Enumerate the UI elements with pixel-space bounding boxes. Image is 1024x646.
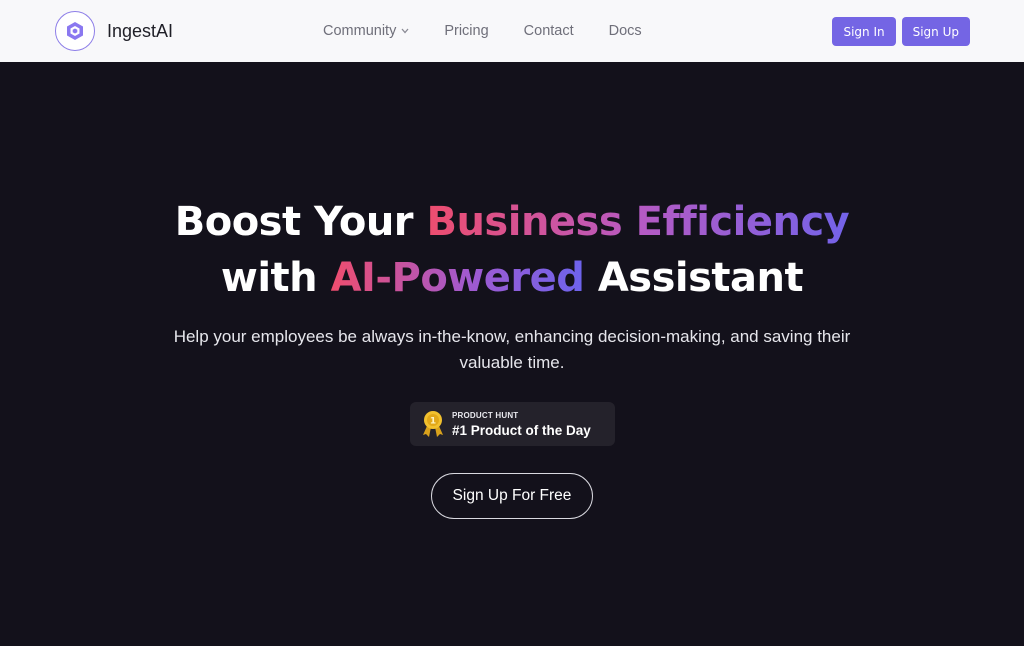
hexagon-logo-icon (55, 11, 95, 51)
sign-up-free-button[interactable]: Sign Up For Free (431, 473, 593, 519)
nav-item-community[interactable]: Community (323, 23, 409, 39)
nav-item-label: Docs (608, 23, 642, 39)
medal-icon: 1 (422, 410, 444, 438)
nav-item-label: Community (323, 23, 397, 39)
nav-item-pricing[interactable]: Pricing (444, 23, 488, 39)
headline-plain-text: Assistant (597, 255, 804, 301)
headline-highlight-text: AI-Powered (330, 255, 585, 301)
brand[interactable]: IngestAI (55, 11, 173, 51)
badge-kicker: PRODUCT HUNT (452, 410, 519, 420)
headline-line-1: Boost Your Business Efficiency (0, 194, 1024, 250)
badge-text: PRODUCT HUNT #1 Product of the Day (452, 411, 591, 438)
product-hunt-badge[interactable]: 1 PRODUCT HUNT #1 Product of the Day (410, 402, 615, 446)
headline-plain-text: with (220, 255, 318, 301)
headline-highlight-text: Business Efficiency (426, 199, 850, 245)
nav-item-label: Pricing (444, 23, 489, 39)
top-navbar: IngestAI Community Pricing Contact Docs … (0, 0, 1024, 62)
badge-title: #1 Product of the Day (452, 422, 591, 438)
nav-item-docs[interactable]: Docs (609, 23, 642, 39)
hero-subtext: Help your employees be always in-the-kno… (173, 327, 851, 372)
auth-buttons: Sign In Sign Up (826, 17, 970, 46)
svg-text:1: 1 (430, 417, 436, 427)
hero-headline: Boost Your Business Efficiency with AI-P… (0, 194, 1024, 306)
brand-name: IngestAI (107, 20, 174, 41)
hero-section: Boost Your Business Efficiency with AI-P… (0, 62, 1024, 646)
chevron-down-icon (401, 26, 409, 36)
nav-item-label: Contact (523, 23, 574, 39)
sign-in-button[interactable]: Sign In (832, 17, 896, 46)
headline-line-2: with AI-Powered Assistant (0, 250, 1024, 306)
sign-up-button[interactable]: Sign Up (901, 17, 970, 46)
nav-item-contact[interactable]: Contact (524, 23, 574, 39)
main-nav: Community Pricing Contact Docs (323, 0, 677, 62)
headline-plain-text: Boost Your (174, 199, 414, 245)
